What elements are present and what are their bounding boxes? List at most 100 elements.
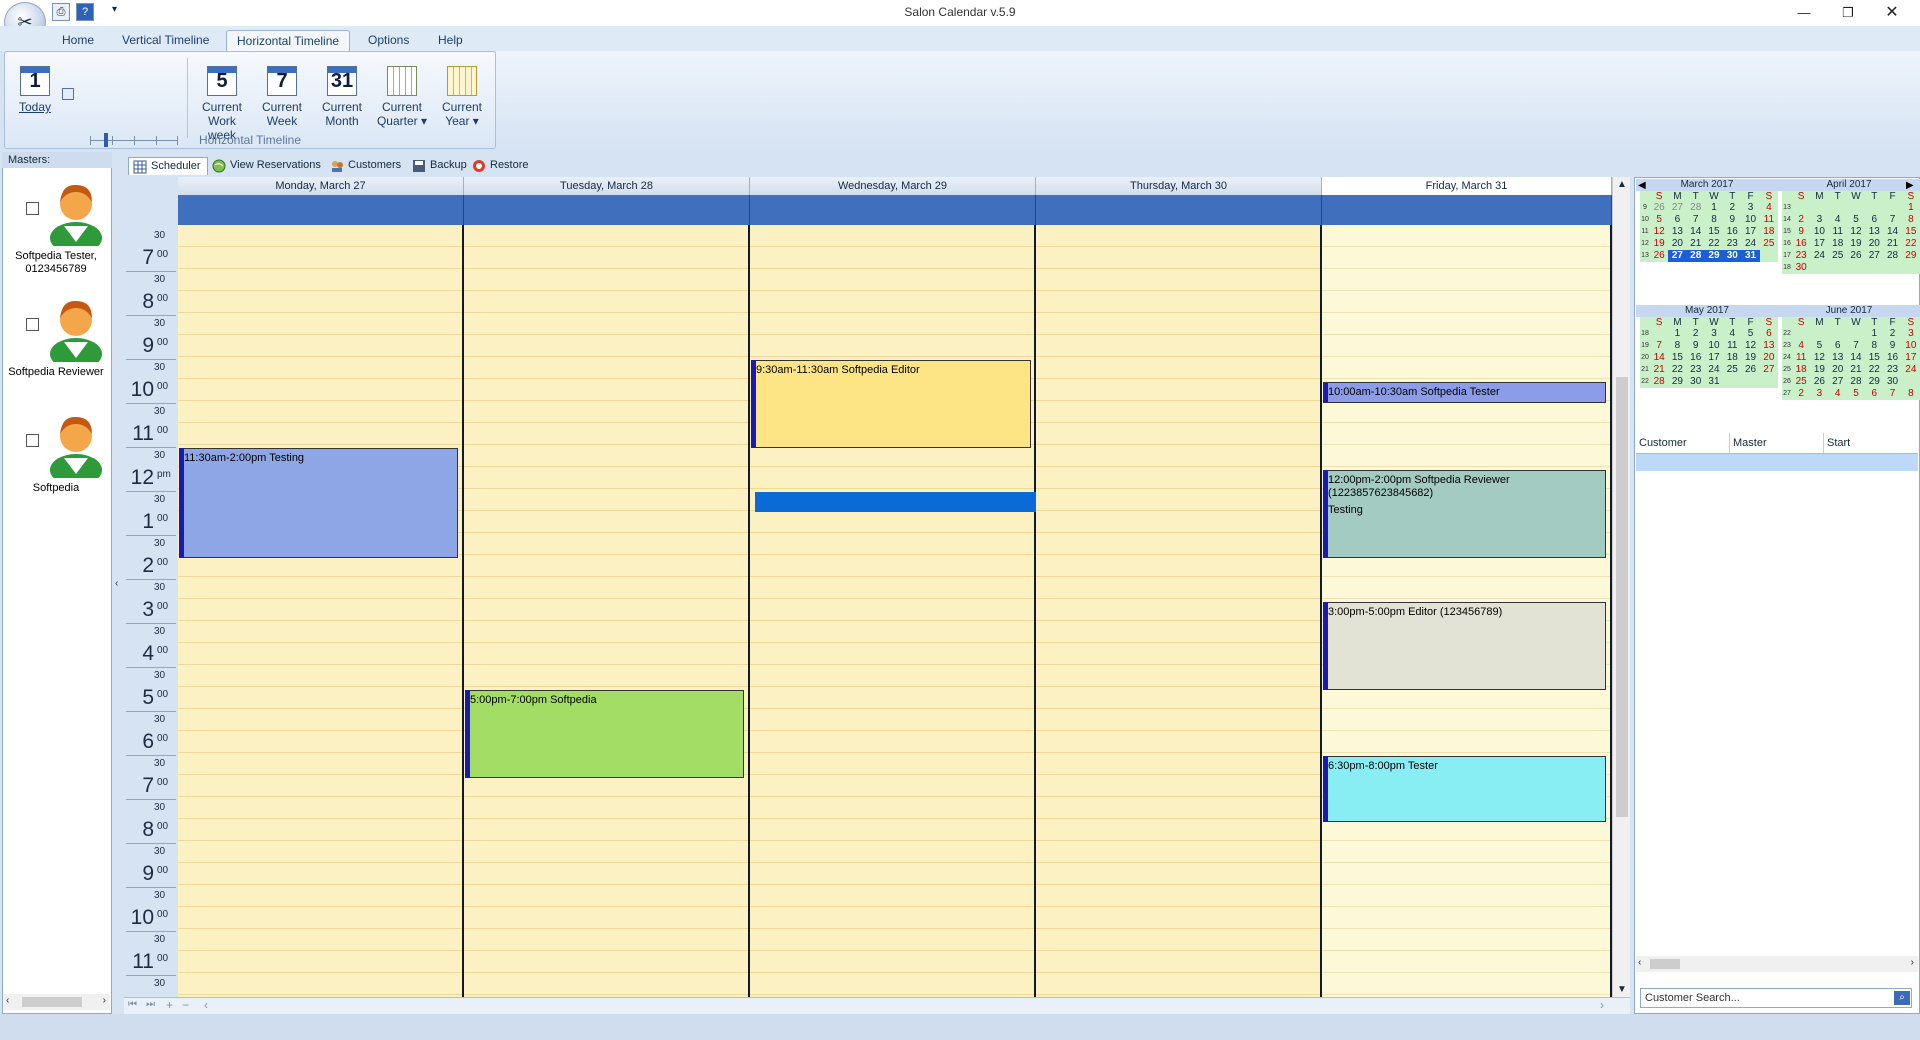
calendar-day[interactable]: 6	[1865, 214, 1883, 226]
calendar-day[interactable]: 15	[1705, 226, 1723, 238]
calendar-day[interactable]: 4	[1723, 328, 1741, 340]
tab-home[interactable]: Home	[52, 30, 104, 51]
calendar-day[interactable]: 24	[1902, 364, 1920, 376]
calendar-day[interactable]: 22	[1865, 364, 1883, 376]
calendar-day[interactable]: 28	[1883, 250, 1901, 262]
calendar-day[interactable]: 7	[1883, 388, 1901, 400]
calendar-day[interactable]: 3	[1810, 388, 1828, 400]
all-day-area[interactable]	[464, 195, 750, 225]
calendar-day[interactable]: 1	[1902, 202, 1920, 214]
calendar-day[interactable]: 12	[1847, 226, 1865, 238]
appointment[interactable]: 10:00am-10:30am Softpedia Tester	[1323, 382, 1606, 403]
calendar-day[interactable]: 21	[1687, 238, 1705, 250]
calendar-day[interactable]: 12	[1650, 226, 1668, 238]
remove-icon[interactable]: −	[182, 998, 189, 1012]
calendar-day[interactable]: 23	[1883, 364, 1901, 376]
calendar-day[interactable]: 18	[1723, 352, 1741, 364]
appointment[interactable]: 11:30am-2:00pm Testing	[179, 448, 458, 558]
calendar-day[interactable]: 18	[1829, 238, 1847, 250]
current-quarter-button[interactable]: Current Quarter ▾	[373, 62, 431, 134]
calendar-day[interactable]: 12	[1741, 340, 1759, 352]
calendar-day[interactable]: 29	[1902, 250, 1920, 262]
calendar-day[interactable]: 2	[1792, 388, 1810, 400]
calendar-day[interactable]: 9	[1723, 214, 1741, 226]
calendar-day[interactable]: 1	[1705, 202, 1723, 214]
time-selection-highlight[interactable]	[755, 492, 1036, 512]
all-day-area[interactable]	[1036, 195, 1322, 225]
calendar-day[interactable]: 28	[1686, 250, 1705, 262]
calendar-day[interactable]: 13	[1760, 340, 1778, 352]
binoculars-search-icon[interactable]: ⌕	[1894, 991, 1910, 1005]
calendar-day[interactable]: 23	[1723, 238, 1741, 250]
calendar-day[interactable]: 25	[1760, 238, 1778, 250]
calendar-day[interactable]: 2	[1883, 328, 1901, 340]
calendar-day[interactable]: 20	[1865, 238, 1883, 250]
calendar-day[interactable]: 3	[1810, 214, 1828, 226]
calendar-day[interactable]: 5	[1847, 388, 1865, 400]
day-column-monday[interactable]	[178, 225, 464, 997]
calendar-day[interactable]: 11	[1760, 214, 1778, 226]
tab-scheduler[interactable]: Scheduler	[128, 157, 208, 175]
calendar-day[interactable]: 13	[1865, 226, 1883, 238]
calendar-day[interactable]: 5	[1741, 328, 1759, 340]
calendar-day[interactable]: 10	[1705, 340, 1723, 352]
calendar-day[interactable]: 21	[1650, 364, 1668, 376]
calendar-day[interactable]: 12	[1810, 352, 1828, 364]
current-work-week-button[interactable]: 5 Current Work week	[193, 62, 251, 142]
calendar-day[interactable]: 14	[1847, 352, 1865, 364]
calendar-day[interactable]: 14	[1883, 226, 1901, 238]
all-day-area[interactable]	[750, 195, 1036, 225]
scroll-left-icon[interactable]: ‹	[204, 998, 208, 1012]
calendar-day[interactable]: 5	[1810, 340, 1828, 352]
tab-customers[interactable]: Customers	[326, 157, 407, 175]
calendar-day[interactable]: 9	[1792, 226, 1810, 238]
calendar-day[interactable]: 29	[1668, 376, 1686, 388]
tab-horizontal-timeline[interactable]: Horizontal Timeline	[226, 30, 351, 51]
day-header-thursday[interactable]: Thursday, March 30	[1036, 177, 1322, 195]
masters-hscrollbar[interactable]: ‹ ›	[4, 994, 110, 1010]
calendar-day[interactable]: 30	[1792, 262, 1810, 274]
calendar-day[interactable]: 2	[1723, 202, 1741, 214]
calendar-day[interactable]: 16	[1792, 238, 1810, 250]
calendar-day[interactable]: 23	[1687, 364, 1705, 376]
calendar-day[interactable]: 17	[1810, 238, 1828, 250]
maximize-button[interactable]: ❐	[1828, 0, 1868, 26]
current-year-button[interactable]: Current Year ▾	[433, 62, 491, 134]
calendar-day[interactable]: 7	[1847, 340, 1865, 352]
mini-calendar-title[interactable]: May 2017	[1636, 305, 1778, 317]
column-header-customer[interactable]: Customer	[1636, 433, 1730, 453]
calendar-day[interactable]: 21	[1883, 238, 1901, 250]
calendar-day[interactable]: 19	[1741, 352, 1759, 364]
calendar-day[interactable]: 4	[1829, 388, 1847, 400]
calendar-day[interactable]: 20	[1668, 238, 1686, 250]
calendar-day[interactable]: 15	[1865, 352, 1883, 364]
calendar-day[interactable]: 1	[1668, 328, 1686, 340]
add-icon[interactable]: +	[166, 998, 173, 1012]
tab-vertical-timeline[interactable]: Vertical Timeline	[112, 30, 219, 51]
customer-search-input[interactable]: Customer Search...	[1640, 988, 1912, 1008]
last-record-icon[interactable]: ⏭	[146, 999, 155, 1010]
calendar-day[interactable]: 22	[1705, 238, 1723, 250]
calendar-day[interactable]: 14	[1687, 226, 1705, 238]
day-column-tuesday[interactable]	[464, 225, 750, 997]
next-month-icon[interactable]: ▶	[1906, 180, 1914, 191]
calendar-day[interactable]: 16	[1883, 352, 1901, 364]
calendar-day[interactable]: 8	[1902, 388, 1920, 400]
day-header-friday[interactable]: Friday, March 31	[1322, 177, 1612, 195]
appointment[interactable]: 6:30pm-8:00pm Tester	[1323, 756, 1606, 822]
calendar-day[interactable]: 26	[1810, 376, 1828, 388]
calendar-day[interactable]: 27	[1865, 250, 1883, 262]
calendar-day[interactable]: 19	[1650, 238, 1668, 250]
master-checkbox[interactable]	[26, 202, 39, 215]
prev-month-icon[interactable]: ◀	[1638, 180, 1646, 191]
master-item[interactable]: Softpedia Reviewer	[2, 288, 110, 398]
calendar-day[interactable]: 17	[1741, 226, 1759, 238]
calendar-day[interactable]: 5	[1847, 214, 1865, 226]
master-checkbox[interactable]	[26, 318, 39, 331]
calendar-day[interactable]: 2	[1792, 214, 1810, 226]
tab-options[interactable]: Options	[358, 30, 419, 51]
all-day-area[interactable]	[178, 195, 464, 225]
column-header-start[interactable]: Start	[1824, 433, 1918, 453]
calendar-day[interactable]: 19	[1847, 238, 1865, 250]
calendar-day[interactable]: 18	[1792, 364, 1810, 376]
